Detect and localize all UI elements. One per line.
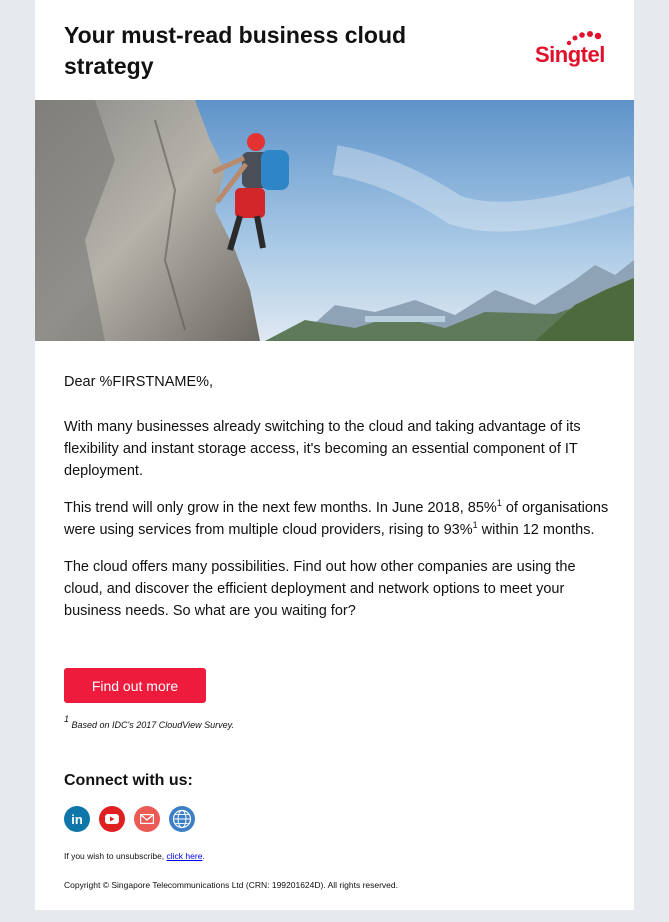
find-out-more-button[interactable]: Find out more bbox=[64, 668, 206, 703]
email-card: Your must-read business cloud strategy S… bbox=[35, 0, 634, 910]
paragraph-2-part-a: This trend will only grow in the next fe… bbox=[64, 500, 497, 516]
paragraph-2: This trend will only grow in the next fe… bbox=[64, 497, 609, 541]
globe-icon[interactable] bbox=[169, 806, 195, 832]
unsubscribe-link[interactable]: click here bbox=[167, 851, 203, 861]
footnote: 1 Based on IDC's 2017 CloudView Survey. bbox=[64, 715, 234, 731]
linkedin-glyph: in bbox=[71, 811, 83, 827]
email-header: Your must-read business cloud strategy S… bbox=[35, 0, 634, 100]
unsubscribe-line: If you wish to unsubscribe, click here. bbox=[64, 851, 205, 861]
unsubscribe-text: If you wish to unsubscribe, bbox=[64, 851, 167, 861]
hero-image bbox=[35, 100, 634, 341]
paragraph-3: The cloud offers many possibilities. Fin… bbox=[64, 559, 576, 619]
greeting: Dear %FIRSTNAME%, bbox=[64, 374, 214, 390]
linkedin-icon[interactable]: in bbox=[64, 806, 90, 832]
connect-heading: Connect with us: bbox=[64, 772, 193, 789]
footnote-text: Based on IDC's 2017 CloudView Survey. bbox=[69, 720, 234, 730]
unsubscribe-end: . bbox=[202, 851, 205, 861]
social-links: in bbox=[64, 806, 195, 832]
logo-text: Singtel bbox=[535, 42, 605, 67]
paragraph-1: With many businesses already switching t… bbox=[64, 419, 581, 479]
singtel-logo[interactable]: Singtel bbox=[535, 30, 607, 70]
email-icon[interactable] bbox=[134, 806, 160, 832]
email-title: Your must-read business cloud strategy bbox=[64, 22, 407, 79]
copyright: Copyright © Singapore Telecommunications… bbox=[64, 880, 398, 890]
email-body: Dear %FIRSTNAME%, With many businesses a… bbox=[64, 371, 609, 637]
paragraph-2-part-c: within 12 months. bbox=[477, 522, 595, 538]
youtube-icon[interactable] bbox=[99, 806, 125, 832]
